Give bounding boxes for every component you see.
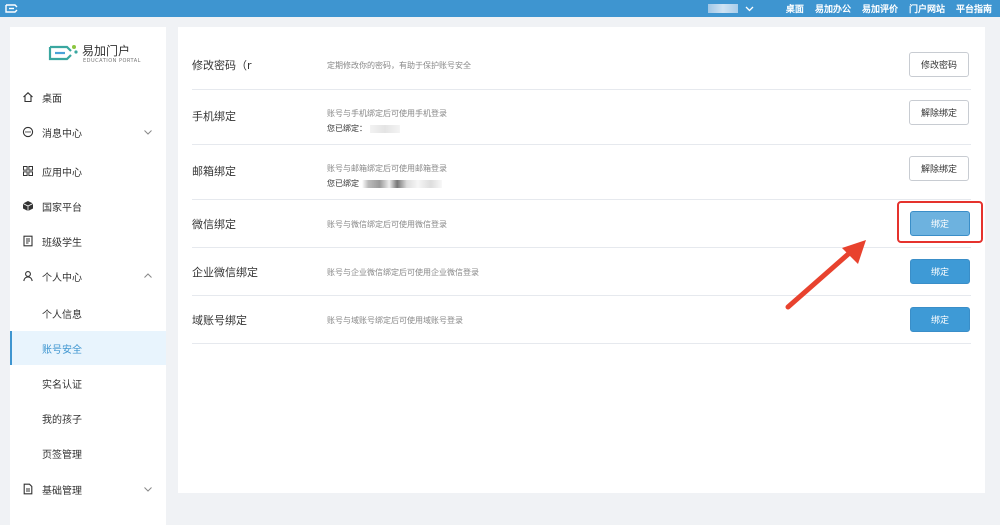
security-row-email: 邮箱绑定 账号与邮箱绑定后可使用邮箱登录 您已绑定 解除绑定: [192, 145, 971, 200]
masked-email: [362, 179, 442, 188]
top-bar: 桌面 易加办公 易加评价 门户网站 平台指南: [0, 0, 1000, 17]
sidebar-subitem-label: 页签管理: [42, 450, 82, 461]
brand-mark-icon: [48, 45, 78, 61]
doc-icon: [23, 235, 33, 247]
row-description: 账号与微信绑定后可使用微信登录: [327, 220, 447, 229]
sidebar-item-messages[interactable]: 消息中心: [10, 115, 166, 149]
chevron-down-icon: [144, 487, 152, 492]
brand-subtitle: EDUCATION PORTAL: [83, 58, 141, 64]
annotation-arrow-icon: [785, 240, 866, 310]
top-nav: 桌面 易加办公 易加评价 门户网站 平台指南: [786, 0, 1000, 17]
sidebar-item-label: 应用中心: [42, 167, 82, 179]
email-bound-info: 您已绑定: [327, 178, 442, 189]
user-name-masked[interactable]: [708, 4, 738, 13]
row-title: 企业微信绑定: [192, 266, 258, 279]
phone-bound-info: 您已绑定：: [327, 123, 400, 134]
row-title: 域账号绑定: [192, 314, 247, 327]
chevron-down-icon: [144, 130, 152, 135]
top-nav-desktop[interactable]: 桌面: [786, 2, 804, 15]
chevron-up-icon: [144, 273, 152, 278]
sidebar-item-label: 基础管理: [42, 485, 82, 497]
highlight-box: [897, 201, 983, 243]
bound-label: 您已绑定：: [327, 124, 367, 133]
file-icon: [23, 483, 33, 495]
masked-phone: [370, 124, 400, 133]
sidebar-item-apps[interactable]: 应用中心: [10, 154, 166, 188]
sidebar-item-desktop[interactable]: 桌面: [10, 80, 166, 114]
brand-name: 易加门户: [82, 44, 131, 58]
sidebar-item-class-students[interactable]: 班级学生: [10, 224, 166, 258]
row-title: 微信绑定: [192, 218, 236, 231]
sidebar-subitem-account-security[interactable]: 账号安全: [10, 331, 166, 365]
row-description: 账号与手机绑定后可使用手机登录: [327, 109, 447, 118]
sidebar-subitem-personal-info[interactable]: 个人信息: [10, 296, 166, 330]
sidebar-item-label: 桌面: [42, 93, 62, 105]
brand-logo[interactable]: 易加门户 EDUCATION PORTAL: [47, 41, 167, 67]
sidebar-item-personal-center[interactable]: 个人中心: [10, 259, 166, 293]
home-icon: [23, 92, 33, 103]
user-icon: [23, 271, 33, 282]
top-nav-office[interactable]: 易加办公: [815, 2, 851, 15]
sidebar-item-basic-management[interactable]: 基础管理: [10, 472, 166, 506]
sidebar-subitem-label: 我的孩子: [42, 415, 82, 426]
portal-logo-icon[interactable]: [4, 2, 20, 15]
chevron-down-icon[interactable]: [744, 3, 755, 14]
grid-icon: [23, 166, 33, 176]
sidebar-subitem-tab-management[interactable]: 页签管理: [10, 436, 166, 470]
sidebar-item-label: 个人中心: [42, 272, 82, 284]
sidebar-subitem-my-children[interactable]: 我的孩子: [10, 401, 166, 435]
top-nav-portal[interactable]: 门户网站: [909, 2, 945, 15]
security-row-password: 修改密码（r 定期修改你的密码，有助于保护账号安全 修改密码: [192, 37, 971, 90]
sidebar-item-label: 班级学生: [42, 237, 82, 249]
bind-wecom-button[interactable]: 绑定: [910, 259, 970, 284]
sidebar-item-label: 消息中心: [42, 128, 82, 140]
top-nav-guide[interactable]: 平台指南: [956, 2, 992, 15]
row-description: 账号与企业微信绑定后可使用企业微信登录: [327, 268, 479, 277]
change-password-button[interactable]: 修改密码: [909, 52, 969, 77]
sidebar: 易加门户 EDUCATION PORTAL 桌面 消息中心 应用中心 国家平台 …: [10, 27, 166, 525]
sidebar-subitem-real-name[interactable]: 实名认证: [10, 366, 166, 400]
sidebar-item-label: 国家平台: [42, 202, 82, 214]
row-description: 定期修改你的密码，有助于保护账号安全: [327, 61, 471, 70]
sidebar-subitem-label: 账号安全: [42, 345, 82, 356]
sidebar-subitem-label: 实名认证: [42, 380, 82, 391]
row-description: 账号与邮箱绑定后可使用邮箱登录: [327, 164, 447, 173]
cube-icon: [22, 201, 34, 211]
message-icon: [22, 126, 34, 138]
row-title: 修改密码（r: [192, 59, 252, 72]
unbind-phone-button[interactable]: 解除绑定: [909, 100, 969, 125]
row-title: 邮箱绑定: [192, 165, 236, 178]
unbind-email-button[interactable]: 解除绑定: [909, 156, 969, 181]
sidebar-subitem-label: 个人信息: [42, 310, 82, 321]
bound-label: 您已绑定: [327, 179, 359, 188]
row-title: 手机绑定: [192, 110, 236, 123]
bind-domain-account-button[interactable]: 绑定: [910, 307, 970, 332]
top-nav-evaluation[interactable]: 易加评价: [862, 2, 898, 15]
security-row-phone: 手机绑定 账号与手机绑定后可使用手机登录 您已绑定： 解除绑定: [192, 90, 971, 145]
row-description: 账号与域账号绑定后可使用域账号登录: [327, 316, 463, 325]
sidebar-item-national-platform[interactable]: 国家平台: [10, 189, 166, 223]
